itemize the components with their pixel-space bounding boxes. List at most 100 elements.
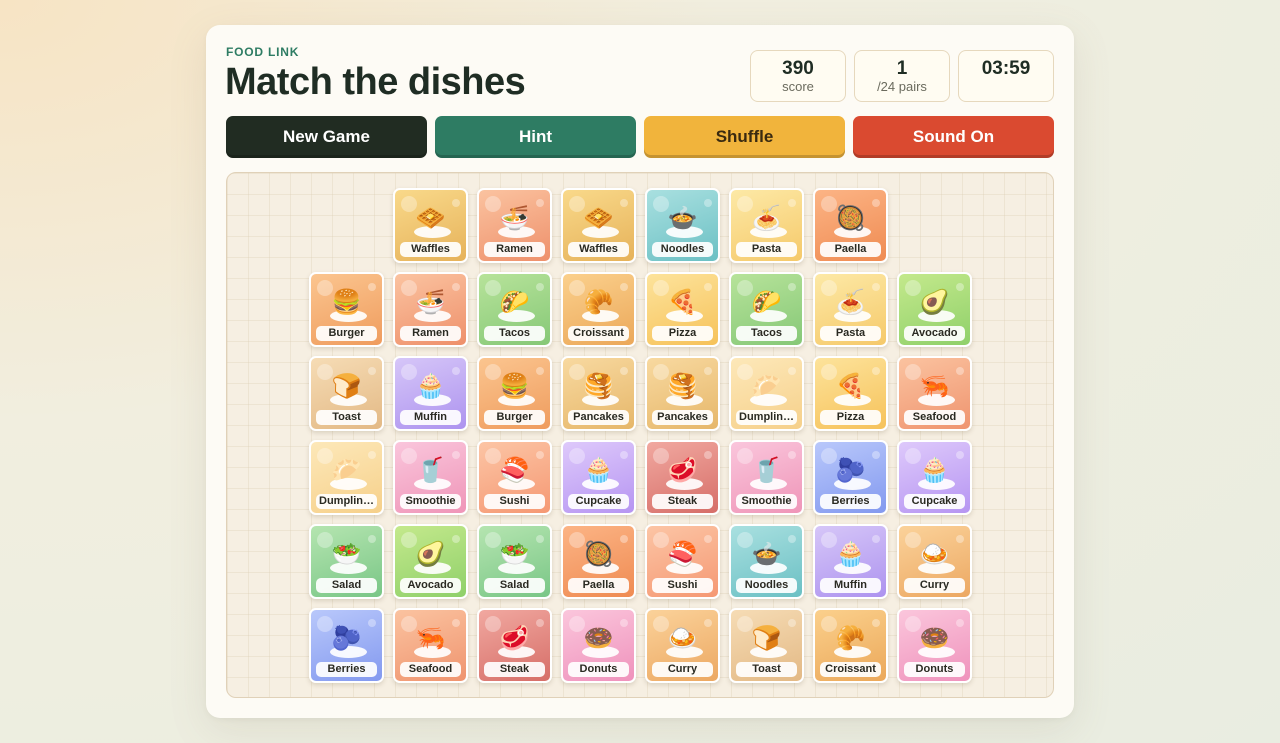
curry-icon: 🍛 bbox=[919, 540, 950, 568]
tile-dumplings[interactable]: 🥟 Dumplings bbox=[729, 356, 804, 431]
tile-noodles[interactable]: 🍲 Noodles bbox=[645, 188, 720, 263]
tile-pancakes[interactable]: 🥞 Pancakes bbox=[561, 356, 636, 431]
tile-salad[interactable]: 🥗 Salad bbox=[477, 524, 552, 599]
tile-label: Waffles bbox=[400, 242, 461, 257]
tile-muffin[interactable]: 🧁 Muffin bbox=[393, 356, 468, 431]
burger-icon: 🍔 bbox=[499, 372, 530, 400]
tile-berries[interactable]: 🫐 Berries bbox=[813, 440, 888, 515]
tile-tacos[interactable]: 🌮 Tacos bbox=[729, 272, 804, 347]
tacos-icon: 🌮 bbox=[499, 288, 530, 316]
donuts-icon: 🍩 bbox=[919, 624, 950, 652]
tile-smoothie[interactable]: 🥤 Smoothie bbox=[393, 440, 468, 515]
cupcake-icon: 🧁 bbox=[583, 456, 614, 484]
salad-icon: 🥗 bbox=[331, 540, 362, 568]
tile-seafood[interactable]: 🦐 Seafood bbox=[393, 608, 468, 683]
pairs-value: 1 bbox=[896, 58, 908, 79]
tile-label: Cupcake bbox=[904, 494, 965, 509]
tile-burger[interactable]: 🍔 Burger bbox=[309, 272, 384, 347]
tile-steak[interactable]: 🥩 Steak bbox=[645, 440, 720, 515]
tile-toast[interactable]: 🍞 Toast bbox=[309, 356, 384, 431]
tile-ramen[interactable]: 🍜 Ramen bbox=[477, 188, 552, 263]
tile-donuts[interactable]: 🍩 Donuts bbox=[897, 608, 972, 683]
tile-noodles[interactable]: 🍲 Noodles bbox=[729, 524, 804, 599]
pairs-stat: 1 /24 pairs bbox=[854, 50, 950, 102]
tile-label: Burger bbox=[484, 410, 545, 425]
tile-dumplings[interactable]: 🥟 Dumplings bbox=[309, 440, 384, 515]
smoothie-icon: 🥤 bbox=[751, 456, 782, 484]
tile-avocado[interactable]: 🥑 Avocado bbox=[393, 524, 468, 599]
croissant-icon: 🥐 bbox=[583, 288, 614, 316]
tile-waffles[interactable]: 🧇 Waffles bbox=[561, 188, 636, 263]
tile-burger[interactable]: 🍔 Burger bbox=[477, 356, 552, 431]
waffles-icon: 🧇 bbox=[583, 204, 614, 232]
tile-label: Noodles bbox=[736, 578, 797, 593]
tile-label: Pancakes bbox=[652, 410, 713, 425]
sushi-icon: 🍣 bbox=[499, 456, 530, 484]
shuffle-button[interactable]: Shuffle bbox=[644, 116, 845, 158]
tile-paella[interactable]: 🥘 Paella bbox=[561, 524, 636, 599]
tile-label: Curry bbox=[652, 662, 713, 677]
tile-label: Muffin bbox=[820, 578, 881, 593]
paella-icon: 🥘 bbox=[583, 540, 614, 568]
tile-label: Dumplings bbox=[736, 410, 797, 425]
tile-waffles[interactable]: 🧇 Waffles bbox=[393, 188, 468, 263]
pancakes-icon: 🥞 bbox=[667, 372, 698, 400]
ramen-icon: 🍜 bbox=[499, 204, 530, 232]
tile-label: Smoothie bbox=[736, 494, 797, 509]
app-eyebrow: FOOD LINK bbox=[226, 45, 300, 59]
tile-croissant[interactable]: 🥐 Croissant bbox=[561, 272, 636, 347]
new-game-button[interactable]: New Game bbox=[226, 116, 427, 158]
sound-toggle-button[interactable]: Sound On bbox=[853, 116, 1054, 158]
tile-seafood[interactable]: 🦐 Seafood bbox=[897, 356, 972, 431]
tile-curry[interactable]: 🍛 Curry bbox=[645, 608, 720, 683]
tile-label: Pasta bbox=[820, 326, 881, 341]
tile-label: Curry bbox=[904, 578, 965, 593]
pasta-icon: 🍝 bbox=[751, 204, 782, 232]
tile-ramen[interactable]: 🍜 Ramen bbox=[393, 272, 468, 347]
tile-tacos[interactable]: 🌮 Tacos bbox=[477, 272, 552, 347]
dumplings-icon: 🥟 bbox=[331, 456, 362, 484]
tile-steak[interactable]: 🥩 Steak bbox=[477, 608, 552, 683]
curry-icon: 🍛 bbox=[667, 624, 698, 652]
paella-icon: 🥘 bbox=[835, 204, 866, 232]
tile-salad[interactable]: 🥗 Salad bbox=[309, 524, 384, 599]
tile-label: Tacos bbox=[736, 326, 797, 341]
sushi-icon: 🍣 bbox=[667, 540, 698, 568]
tile-pasta[interactable]: 🍝 Pasta bbox=[729, 188, 804, 263]
tile-cupcake[interactable]: 🧁 Cupcake bbox=[561, 440, 636, 515]
croissant-icon: 🥐 bbox=[835, 624, 866, 652]
tile-label: Seafood bbox=[400, 662, 461, 677]
tile-pancakes[interactable]: 🥞 Pancakes bbox=[645, 356, 720, 431]
tile-pasta[interactable]: 🍝 Pasta bbox=[813, 272, 888, 347]
tile-donuts[interactable]: 🍩 Donuts bbox=[561, 608, 636, 683]
tile-label: Sushi bbox=[652, 578, 713, 593]
avocado-icon: 🥑 bbox=[415, 540, 446, 568]
tile-smoothie[interactable]: 🥤 Smoothie bbox=[729, 440, 804, 515]
pancakes-icon: 🥞 bbox=[583, 372, 614, 400]
tile-pizza[interactable]: 🍕 Pizza bbox=[645, 272, 720, 347]
tile-label: Smoothie bbox=[400, 494, 461, 509]
tile-label: Pancakes bbox=[568, 410, 629, 425]
steak-icon: 🥩 bbox=[499, 624, 530, 652]
tile-muffin[interactable]: 🧁 Muffin bbox=[813, 524, 888, 599]
tile-avocado[interactable]: 🥑 Avocado bbox=[897, 272, 972, 347]
avocado-icon: 🥑 bbox=[919, 288, 950, 316]
tile-croissant[interactable]: 🥐 Croissant bbox=[813, 608, 888, 683]
hint-button[interactable]: Hint bbox=[435, 116, 636, 158]
tile-cupcake[interactable]: 🧁 Cupcake bbox=[897, 440, 972, 515]
tile-sushi[interactable]: 🍣 Sushi bbox=[477, 440, 552, 515]
tile-label: Burger bbox=[316, 326, 377, 341]
tile-label: Berries bbox=[316, 662, 377, 677]
tile-berries[interactable]: 🫐 Berries bbox=[309, 608, 384, 683]
tile-label: Cupcake bbox=[568, 494, 629, 509]
tile-curry[interactable]: 🍛 Curry bbox=[897, 524, 972, 599]
tile-paella[interactable]: 🥘 Paella bbox=[813, 188, 888, 263]
pairs-label: /24 pairs bbox=[877, 79, 927, 94]
tile-label: Donuts bbox=[904, 662, 965, 677]
tile-toast[interactable]: 🍞 Toast bbox=[729, 608, 804, 683]
tile-label: Berries bbox=[820, 494, 881, 509]
tile-pizza[interactable]: 🍕 Pizza bbox=[813, 356, 888, 431]
page-title: Match the dishes bbox=[225, 61, 526, 103]
toast-icon: 🍞 bbox=[331, 372, 362, 400]
tile-sushi[interactable]: 🍣 Sushi bbox=[645, 524, 720, 599]
